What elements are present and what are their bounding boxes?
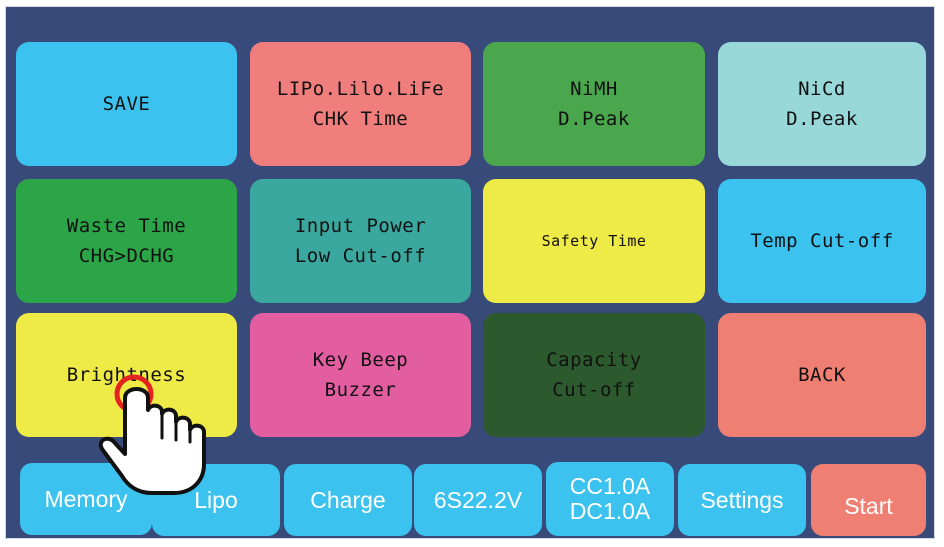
hand-pointer-icon <box>98 374 206 495</box>
current-button[interactable]: CC1.0A DC1.0A <box>546 462 674 536</box>
settings-button[interactable]: Settings <box>678 464 806 536</box>
lipo-chk-time-label-line2: CHK Time <box>312 108 409 130</box>
save-button[interactable]: SAVE <box>16 42 237 166</box>
charger-screen: SAVE LIPo.Lilo.LiFe CHK Time NiMH D.Peak… <box>5 6 935 539</box>
waste-time-label-line2: CHG>DCHG <box>78 245 175 267</box>
charge-current-label: CC1.0A <box>569 473 651 499</box>
mode-button[interactable]: Charge <box>284 464 412 536</box>
temp-cutoff-button[interactable]: Temp Cut-off <box>718 179 926 303</box>
capacity-cutoff-label-line2: Cut-off <box>552 379 636 401</box>
safety-time-label: Safety Time <box>541 232 647 250</box>
start-button[interactable]: Start <box>811 464 926 536</box>
mode-label: Charge <box>310 486 386 513</box>
start-label: Start <box>844 492 893 519</box>
safety-time-button[interactable]: Safety Time <box>483 179 705 303</box>
nicd-dpeak-label-line2: D.Peak <box>786 108 858 130</box>
nicd-dpeak-button[interactable]: NiCd D.Peak <box>718 42 926 166</box>
settings-label: Settings <box>700 486 784 513</box>
waste-time-label-line1: Waste Time <box>66 215 187 237</box>
input-power-label-line2: Low Cut-off <box>294 245 427 267</box>
nimh-dpeak-label-line1: NiMH <box>570 78 618 100</box>
nimh-dpeak-button[interactable]: NiMH D.Peak <box>483 42 705 166</box>
key-beep-label-line1: Key Beep <box>312 349 409 371</box>
nicd-dpeak-label-line1: NiCd <box>798 78 846 100</box>
capacity-cutoff-label-line1: Capacity <box>546 349 642 371</box>
nimh-dpeak-label-line2: D.Peak <box>558 108 630 130</box>
back-label: BACK <box>798 364 846 386</box>
back-button[interactable]: BACK <box>718 313 926 437</box>
capacity-cutoff-button[interactable]: Capacity Cut-off <box>483 313 705 437</box>
input-power-label-line1: Input Power <box>294 215 427 237</box>
lipo-chk-time-label-line1: LIPo.Lilo.LiFe <box>276 78 445 100</box>
key-beep-label-line2: Buzzer <box>324 379 397 401</box>
voltage-label: 6S22.2V <box>433 486 523 513</box>
discharge-current-label: DC1.0A <box>569 498 651 524</box>
save-button-label: SAVE <box>102 93 151 115</box>
lipo-chk-time-button[interactable]: LIPo.Lilo.LiFe CHK Time <box>250 42 471 166</box>
temp-cutoff-label: Temp Cut-off <box>750 230 894 252</box>
waste-time-button[interactable]: Waste Time CHG>DCHG <box>16 179 237 303</box>
voltage-button[interactable]: 6S22.2V <box>414 464 542 536</box>
key-beep-buzzer-button[interactable]: Key Beep Buzzer <box>250 313 471 437</box>
input-power-cutoff-button[interactable]: Input Power Low Cut-off <box>250 179 471 303</box>
